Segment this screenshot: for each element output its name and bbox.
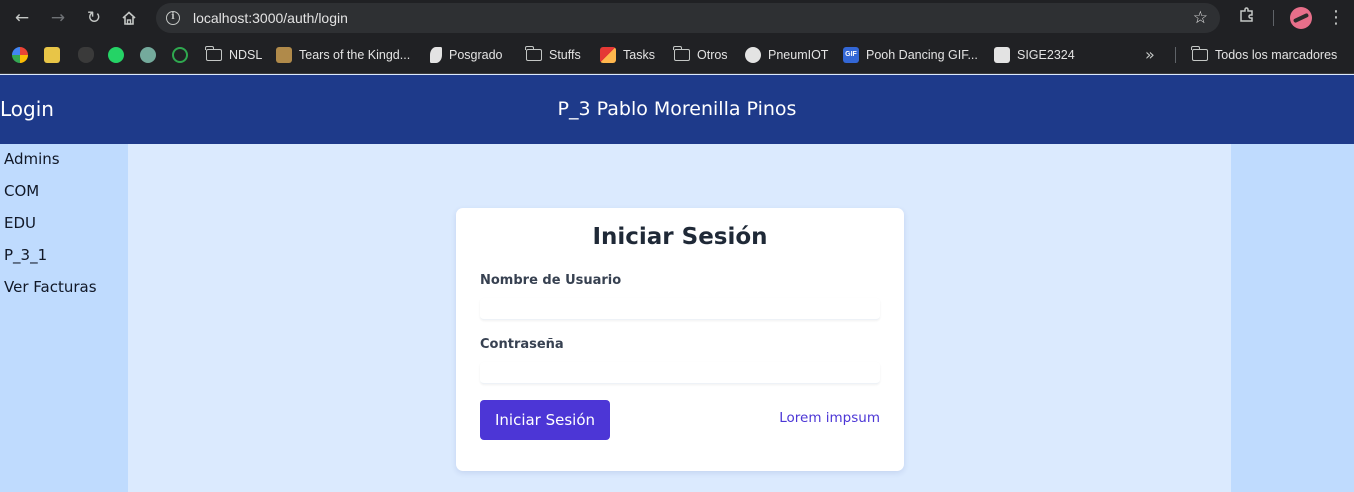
- bookmark-chatgpt[interactable]: [140, 36, 156, 74]
- bookmarks-divider: [1175, 47, 1176, 63]
- browser-menu-icon[interactable]: ⋮: [1326, 6, 1346, 30]
- bookmark-label: PneumIOT: [768, 48, 829, 62]
- bookmark-label: Pooh Dancing GIF...: [866, 48, 978, 62]
- bookmark-label: Tears of the Kingd...: [299, 48, 411, 62]
- bookmark-ndsl[interactable]: NDSL: [205, 36, 263, 74]
- sidebar-item-ver-facturas[interactable]: Ver Facturas: [4, 272, 97, 302]
- right-rail: [1231, 144, 1354, 492]
- contact-icon: [994, 47, 1010, 63]
- bookmark-otros[interactable]: Otros: [673, 36, 728, 74]
- bookmark-posgrado[interactable]: Posgrado: [430, 36, 503, 74]
- folder-icon: [673, 46, 690, 61]
- app-logo[interactable]: Login: [0, 75, 54, 144]
- login-card: Iniciar Sesión Nombre de Usuario Contras…: [456, 208, 904, 471]
- bookmark-tears-of-the-kingdom[interactable]: Tears of the Kingd...: [276, 36, 410, 74]
- google-icon: [12, 47, 28, 63]
- reload-icon[interactable]: ↻: [82, 6, 106, 30]
- bookmark-sige2324[interactable]: SIGE2324: [994, 36, 1075, 74]
- leaf-icon: [172, 47, 188, 63]
- folder-icon: [1191, 46, 1208, 61]
- whatsapp-icon: [108, 47, 124, 63]
- bookmark-label: SIGE2324: [1017, 48, 1075, 62]
- sidebar: Admins COM EDU P_3_1 Ver Facturas: [0, 144, 128, 492]
- bookmark-label: Todos los marcadores: [1215, 48, 1338, 62]
- home-icon[interactable]: [117, 6, 141, 30]
- folder-icon: [525, 46, 542, 61]
- sidebar-item-edu[interactable]: EDU: [4, 208, 36, 238]
- more-bookmarks-button[interactable]: »: [1145, 36, 1155, 74]
- gif-icon: GIF: [843, 47, 859, 63]
- bookmark-label: Tasks: [623, 48, 655, 62]
- bookmarks-bar: NDSL Tears of the Kingd... Posgrado Stuf…: [0, 36, 1354, 74]
- bookmark-pneumiot[interactable]: PneumIOT: [745, 36, 828, 74]
- password-label: Contraseña: [480, 337, 564, 352]
- bookmark-label: Posgrado: [449, 48, 503, 62]
- feather-icon: [430, 47, 442, 63]
- bookmark-pooh-dancing-gif[interactable]: GIF Pooh Dancing GIF...: [843, 36, 978, 74]
- github-icon: [745, 47, 761, 63]
- bookmark-penguin[interactable]: [78, 36, 94, 74]
- bookmark-label: Otros: [697, 48, 728, 62]
- bookmark-star-icon[interactable]: ☆: [1193, 3, 1208, 33]
- arrow-square-icon: [44, 47, 60, 63]
- bookmark-stuffs[interactable]: Stuffs: [525, 36, 581, 74]
- site-info-icon[interactable]: i: [166, 11, 180, 25]
- bookmark-tasks[interactable]: Tasks: [600, 36, 655, 74]
- login-button[interactable]: Iniciar Sesión: [480, 400, 610, 440]
- bookmark-leaf[interactable]: [172, 36, 188, 74]
- bookmark-all-bookmarks[interactable]: Todos los marcadores: [1191, 36, 1338, 74]
- password-input[interactable]: [480, 362, 880, 384]
- bookmark-arrow[interactable]: [44, 36, 60, 74]
- address-bar[interactable]: i localhost:3000/auth/login ☆: [156, 3, 1220, 33]
- browser-toolbar: ← → ↻ i localhost:3000/auth/login ☆ ⋮: [0, 0, 1354, 36]
- username-input[interactable]: [480, 298, 880, 320]
- login-title: Iniciar Sesión: [592, 224, 768, 250]
- folder-icon: [205, 46, 222, 61]
- bookmark-google[interactable]: [12, 36, 28, 74]
- address-url: localhost:3000/auth/login: [193, 10, 348, 26]
- app-header: P_3 Pablo Morenilla Pinos Login: [0, 75, 1354, 144]
- page-title: P_3 Pablo Morenilla Pinos: [557, 98, 797, 120]
- sidebar-item-admins[interactable]: Admins: [4, 144, 60, 174]
- chatgpt-icon: [140, 47, 156, 63]
- bookmark-whatsapp[interactable]: [108, 36, 124, 74]
- sidebar-item-com[interactable]: COM: [4, 176, 39, 206]
- forward-arrow-icon[interactable]: →: [46, 6, 70, 30]
- pen-icon: [600, 47, 616, 63]
- toolbar-divider: [1273, 10, 1274, 26]
- penguin-icon: [78, 47, 94, 63]
- lorem-impsum-link[interactable]: Lorem impsum: [779, 410, 880, 426]
- bookmark-label: Stuffs: [549, 48, 581, 62]
- zelda-icon: [276, 47, 292, 63]
- back-arrow-icon[interactable]: ←: [10, 6, 34, 30]
- sidebar-item-p-3-1[interactable]: P_3_1: [4, 240, 47, 270]
- profile-avatar[interactable]: [1290, 7, 1312, 29]
- extensions-icon[interactable]: [1236, 6, 1258, 28]
- bookmark-label: NDSL: [229, 48, 263, 62]
- username-label: Nombre de Usuario: [480, 273, 622, 288]
